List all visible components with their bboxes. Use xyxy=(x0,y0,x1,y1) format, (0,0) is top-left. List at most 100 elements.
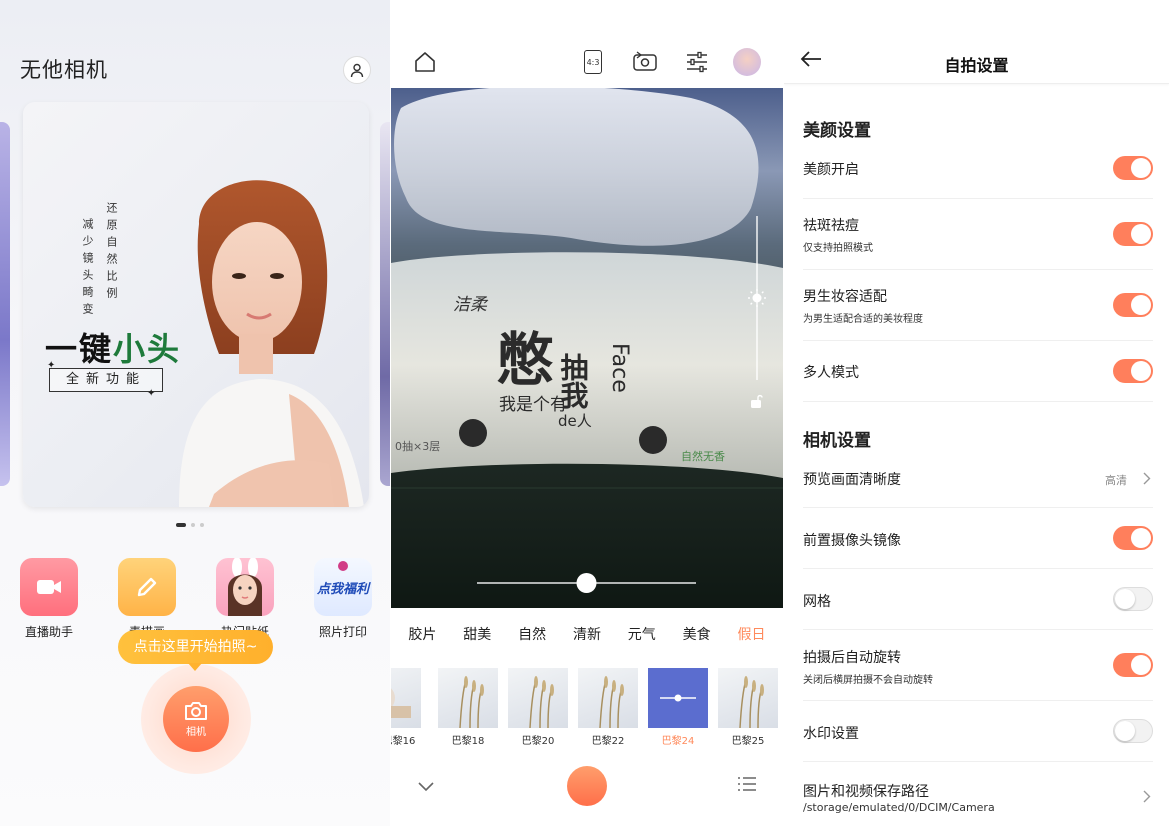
carousel-dot[interactable] xyxy=(191,523,195,527)
carousel-indicator xyxy=(176,523,204,527)
filter-tab[interactable]: 美食 xyxy=(683,624,711,644)
filter-thumb[interactable] xyxy=(508,668,568,728)
toggle-switch[interactable] xyxy=(1113,587,1153,611)
setting-title: 美颜开启 xyxy=(803,162,859,178)
filter-thumb-label: 巴黎20 xyxy=(521,736,555,747)
banner-vertical-text-right: 还原自然比例 xyxy=(105,202,118,304)
filter-thumb-label: 巴黎18 xyxy=(451,736,485,747)
carousel-dot[interactable] xyxy=(176,523,186,527)
scene-text-line: 我是个有 xyxy=(499,395,567,415)
filter-thumb-label: 巴黎22 xyxy=(591,736,625,747)
home-icon xyxy=(415,52,435,72)
start-shooting-tooltip[interactable]: 点击这里开始拍照~ xyxy=(118,630,273,671)
setting-title: 前置摄像头镜像 xyxy=(803,533,901,549)
setting-row-save-path[interactable]: 图片和视频保存路径 /storage/emulated/0/DCIM/Camer… xyxy=(803,762,1153,826)
filter-thumb-selected[interactable] xyxy=(648,668,708,728)
banner-badge: 全新功能 xyxy=(49,368,163,392)
setting-row-front-mirror[interactable]: 前置摄像头镜像 xyxy=(803,508,1153,569)
filter-tab[interactable]: 甜美 xyxy=(463,624,491,644)
filter-thumb[interactable] xyxy=(391,668,421,728)
sparkle-icon: ✦ xyxy=(47,360,56,371)
setting-row-blemish[interactable]: 祛斑祛痘 仅支持拍照模式 xyxy=(803,199,1153,270)
setting-row-multi-person[interactable]: 多人模式 xyxy=(803,341,1153,402)
setting-title: 祛斑祛痘 xyxy=(803,218,859,234)
video-camera-icon xyxy=(20,558,78,616)
filter-tab[interactable]: 自然 xyxy=(518,624,546,644)
setting-title: 男生妆容适配 xyxy=(803,289,887,305)
switch-camera-icon xyxy=(633,51,657,71)
toggle-switch[interactable] xyxy=(1113,156,1153,180)
tool-photo-print[interactable]: 点我福利 照片打印 xyxy=(302,558,384,640)
aspect-ratio-label: 4:3 xyxy=(584,50,602,74)
scene-text-count: 0抽×3层 xyxy=(395,439,440,453)
preview-scene-image: 洁柔 憋 抽我 Face 我是个有 de人 0抽×3层 自然无香 xyxy=(391,88,783,593)
user-icon xyxy=(350,63,364,78)
chevron-down-icon xyxy=(418,782,434,792)
setting-row-auto-rotate[interactable]: 拍摄后自动旋转 关闭后横屏拍摄不会自动旋转 xyxy=(803,630,1153,701)
setting-title: 多人模式 xyxy=(803,365,859,381)
pencil-icon xyxy=(118,558,176,616)
carousel-next-card[interactable] xyxy=(380,122,390,486)
toggle-switch[interactable] xyxy=(1113,653,1153,677)
setting-title: 拍摄后自动旋转 xyxy=(803,650,901,666)
profile-button[interactable] xyxy=(343,56,371,84)
toggle-switch[interactable] xyxy=(1113,222,1153,246)
home-button[interactable] xyxy=(410,47,440,77)
setting-row-male-makeup[interactable]: 男生妆容适配 为男生适配合适的美妆程度 xyxy=(803,270,1153,341)
camera-top-bar: 4:3 xyxy=(391,0,783,88)
camera-button[interactable]: 相机 xyxy=(163,686,229,752)
filter-thumb[interactable] xyxy=(438,668,498,728)
sliders-icon xyxy=(687,51,707,73)
filter-tab[interactable]: 清新 xyxy=(573,624,601,644)
settings-header: 自拍设置 xyxy=(784,0,1169,84)
filter-thumb[interactable] xyxy=(718,668,778,728)
filter-thumb-label: 巴黎25 xyxy=(731,736,765,747)
scene-text-de: de人 xyxy=(558,412,592,430)
tool-live-assistant[interactable]: 直播助手 xyxy=(8,558,90,640)
chevron-right-icon xyxy=(1143,472,1151,485)
switch-camera-button[interactable] xyxy=(630,47,660,77)
camera-screen: 4:3 洁柔 憋 抽我 Face 我是个有 de人 0抽×3层 自然无香 胶片 … xyxy=(391,0,783,826)
menu-button[interactable] xyxy=(737,776,757,796)
tool-grid: 直播助手 素描画 热门贴纸 点我福利 照片打印 xyxy=(8,558,384,640)
list-icon xyxy=(738,777,756,791)
setting-title: 预览画面清晰度 xyxy=(803,472,901,488)
collapse-button[interactable] xyxy=(417,778,435,797)
toggle-switch[interactable] xyxy=(1113,526,1153,550)
filter-thumb-label: 巴黎16 xyxy=(391,736,416,747)
aspect-ratio-button[interactable]: 4:3 xyxy=(578,47,608,77)
setting-row-beauty-on[interactable]: 美颜开启 xyxy=(803,138,1153,199)
setting-row-grid[interactable]: 网格 xyxy=(803,569,1153,630)
filter-thumb-label-selected: 巴黎24 xyxy=(661,736,695,747)
selfie-settings-screen: 自拍设置 美颜设置 美颜开启 祛斑祛痘 仅支持拍照模式 男生妆容适配 为男生适配… xyxy=(784,0,1169,826)
camera-preview[interactable]: 洁柔 憋 抽我 Face 我是个有 de人 0抽×3层 自然无香 xyxy=(391,88,783,608)
filter-tab[interactable]: 元气 xyxy=(628,624,656,644)
promo-banner[interactable]: 减少镜头畸变 还原自然比例 一键小头 全新功能 ✦ ✦ xyxy=(23,102,369,507)
setting-row-watermark[interactable]: 水印设置 xyxy=(803,701,1153,762)
toggle-switch[interactable] xyxy=(1113,719,1153,743)
carousel-prev-card[interactable] xyxy=(0,122,10,486)
filter-tab-active[interactable]: 假日 xyxy=(737,624,765,644)
setting-row-preview-quality[interactable]: 预览画面清晰度 高清 xyxy=(803,448,1153,508)
filter-thumb[interactable] xyxy=(578,668,638,728)
filter-tab[interactable]: 胶片 xyxy=(408,624,436,644)
shutter-button[interactable] xyxy=(567,766,607,806)
carousel-dot[interactable] xyxy=(200,523,204,527)
tool-stickers[interactable]: 热门贴纸 xyxy=(204,558,286,640)
toggle-switch[interactable] xyxy=(1113,293,1153,317)
scene-text-brand: 洁柔 xyxy=(453,295,489,315)
intensity-slider-knob[interactable] xyxy=(576,573,597,593)
banner-headline-part-b: 小头 xyxy=(113,330,182,368)
sticker-button[interactable] xyxy=(732,47,762,77)
tool-sketch[interactable]: 素描画 xyxy=(106,558,188,640)
scene-text-face: Face xyxy=(607,343,632,393)
gift-badge-icon xyxy=(338,561,348,571)
chevron-right-icon xyxy=(1143,790,1151,803)
banner-vertical-text-left: 减少镜头畸变 xyxy=(81,218,94,320)
app-title: 无他相机 xyxy=(20,58,108,82)
adjust-button[interactable] xyxy=(682,47,712,77)
toggle-switch[interactable] xyxy=(1113,359,1153,383)
sticker-avatar-icon xyxy=(733,48,761,76)
camera-button-label: 相机 xyxy=(186,726,206,738)
home-screen: 无他相机 减少镜头畸变 还原自然比例 一键小头 全新功能 ✦ ✦ 直播助手 点我… xyxy=(0,0,390,826)
